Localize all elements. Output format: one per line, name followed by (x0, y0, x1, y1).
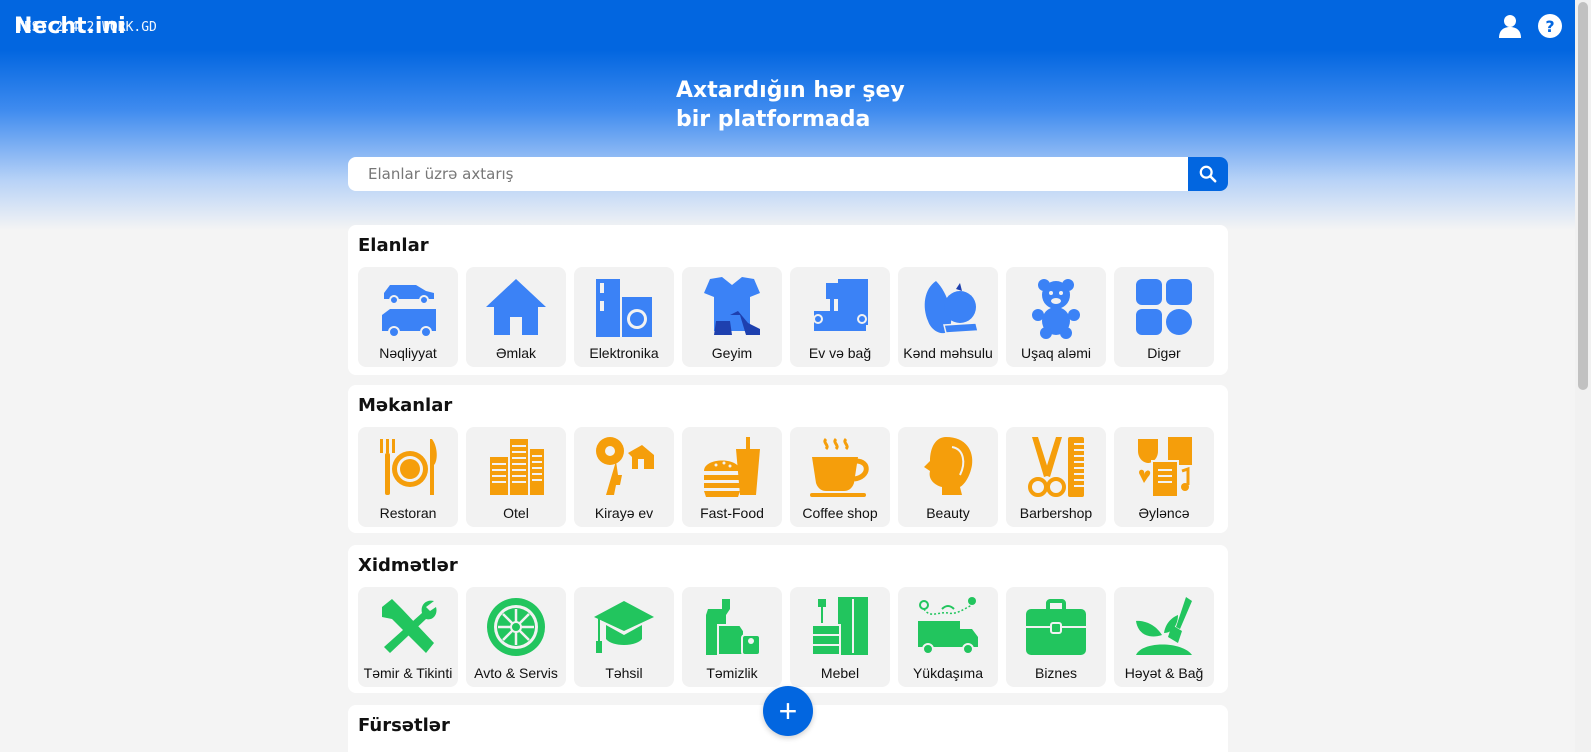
category-tile[interactable]: Ev və bağ (790, 267, 890, 367)
grid-icon (1136, 279, 1192, 335)
tile-label: Təmizlik (706, 665, 758, 681)
category-tile[interactable]: Otel (466, 427, 566, 527)
tile-label: Ev və bağ (808, 345, 872, 361)
category-tile[interactable]: Mebel (790, 587, 890, 687)
logo-overlay-text: TEST.2.4.2 WORK.GD (16, 20, 157, 35)
tools-icon (382, 599, 437, 653)
graduation-cap-icon (594, 601, 654, 653)
category-tile[interactable]: Təhsil (574, 587, 674, 687)
category-tile[interactable]: Biznes (1006, 587, 1106, 687)
headline-line-1: Axtardığın hər şey (676, 78, 905, 103)
category-tile[interactable]: Avto & Servis (466, 587, 566, 687)
wheel-icon (487, 598, 545, 656)
cleaning-icon (706, 599, 761, 656)
tile-label: Coffee shop (802, 505, 878, 521)
truck-icon (918, 597, 978, 655)
category-tile[interactable]: Həyət & Bağ (1114, 587, 1214, 687)
tile-label: Digər (1147, 345, 1181, 361)
section-title: Elanlar (358, 235, 429, 256)
category-tile[interactable]: Əyləncə (1114, 427, 1214, 527)
category-tiles: Təmir & Tikinti Avto & Servis Təhsil Təm… (358, 587, 1214, 687)
clothes-icon (704, 277, 760, 335)
woman-head-icon (924, 437, 973, 495)
scrollbar[interactable] (1575, 0, 1591, 752)
section-xidmetler: Xidmətlər Təmir & Tikinti Avto & Servis (348, 545, 1228, 693)
top-icons: ? (1497, 13, 1563, 39)
house-icon (486, 279, 546, 335)
appliances-icon (596, 279, 652, 337)
keys-icon (596, 437, 654, 495)
category-tile[interactable]: Uşaq aləmi (1006, 267, 1106, 367)
tile-label: Təmir & Tikinti (363, 665, 453, 681)
category-tile[interactable]: Digər (1114, 267, 1214, 367)
svg-text:?: ? (1545, 17, 1554, 36)
category-tile[interactable]: Coffee shop (790, 427, 890, 527)
category-tile[interactable]: Beauty (898, 427, 998, 527)
user-icon[interactable] (1497, 13, 1523, 39)
category-tile[interactable]: Barbershop (1006, 427, 1106, 527)
tile-label: Geyim (711, 345, 753, 361)
plus-icon: + (778, 693, 798, 729)
tile-label: Fast-Food (700, 505, 764, 521)
tile-label: Otel (503, 505, 529, 521)
teddy-bear-icon (1032, 279, 1080, 339)
tile-label: Əmlak (495, 345, 537, 361)
category-tile[interactable]: Nəqliyyat (358, 267, 458, 367)
scissors-comb-icon (1028, 437, 1084, 497)
tile-label: Kirayə ev (594, 505, 654, 521)
tile-label: Kənd məhsulu (903, 345, 993, 361)
search-icon (1199, 165, 1217, 183)
section-title: Xidmətlər (358, 555, 458, 576)
tile-label: Təhsil (605, 665, 643, 681)
headline: Axtardığın hər şey bir platformada (676, 76, 905, 134)
search-input[interactable] (348, 157, 1188, 191)
tile-label: Avto & Servis (474, 665, 558, 681)
cabinet-icon (811, 597, 868, 656)
category-tiles: Nəqliyyat Əmlak Elektronika Geyim Ev və … (358, 267, 1214, 367)
category-tile[interactable]: Restoran (358, 427, 458, 527)
section-elanlar: Elanlar Nəqliyyat Əmlak Elektronika Geyi… (348, 225, 1228, 375)
produce-icon (924, 281, 979, 334)
tile-label: Həyət & Bağ (1124, 665, 1204, 681)
tile-label: Mebel (820, 665, 860, 681)
tile-label: Əyləncə (1138, 505, 1190, 521)
section-mekanlar: Məkanlar Restoran Otel Kirayə ev Fast-Fo… (348, 385, 1228, 533)
tile-label: Yükdaşıma (912, 665, 984, 681)
category-tiles: Restoran Otel Kirayə ev Fast-Food Coffee… (358, 427, 1214, 527)
category-tile[interactable]: Əmlak (466, 267, 566, 367)
gardening-icon (1136, 597, 1192, 655)
briefcase-icon (1026, 599, 1086, 655)
tile-label: Uşaq aləmi (1020, 345, 1092, 361)
coffee-cup-icon (810, 437, 869, 497)
category-tile[interactable]: Elektronika (574, 267, 674, 367)
restaurant-icon (380, 439, 437, 495)
section-title: Fürsətlər (358, 715, 450, 736)
add-listing-button[interactable]: + (763, 686, 813, 736)
category-tile[interactable]: Kirayə ev (574, 427, 674, 527)
search-bar (348, 157, 1228, 191)
hotel-icon (490, 439, 544, 495)
tile-label: Barbershop (1019, 505, 1093, 521)
category-tile[interactable]: Kənd məhsulu (898, 267, 998, 367)
vehicle-icon (382, 285, 436, 338)
furniture-icon (813, 279, 868, 331)
scrollbar-thumb[interactable] (1578, 2, 1588, 390)
entertainment-icon (1138, 437, 1192, 498)
category-tile[interactable]: Geyim (682, 267, 782, 367)
tile-label: Elektronika (589, 345, 659, 361)
category-tile[interactable]: Təmir & Tikinti (358, 587, 458, 687)
search-button[interactable] (1188, 157, 1228, 191)
tile-label: Beauty (926, 505, 970, 521)
tile-label: Biznes (1034, 665, 1078, 681)
help-icon[interactable]: ? (1537, 13, 1563, 39)
headline-line-2: bir platformada (676, 107, 871, 132)
tile-label: Nəqliyyat (379, 345, 437, 361)
category-tile[interactable]: Yükdaşıma (898, 587, 998, 687)
burger-icon (704, 437, 760, 497)
section-title: Məkanlar (358, 395, 453, 416)
category-tile[interactable]: Təmizlik (682, 587, 782, 687)
tile-label: Restoran (379, 505, 437, 521)
category-tile[interactable]: Fast-Food (682, 427, 782, 527)
